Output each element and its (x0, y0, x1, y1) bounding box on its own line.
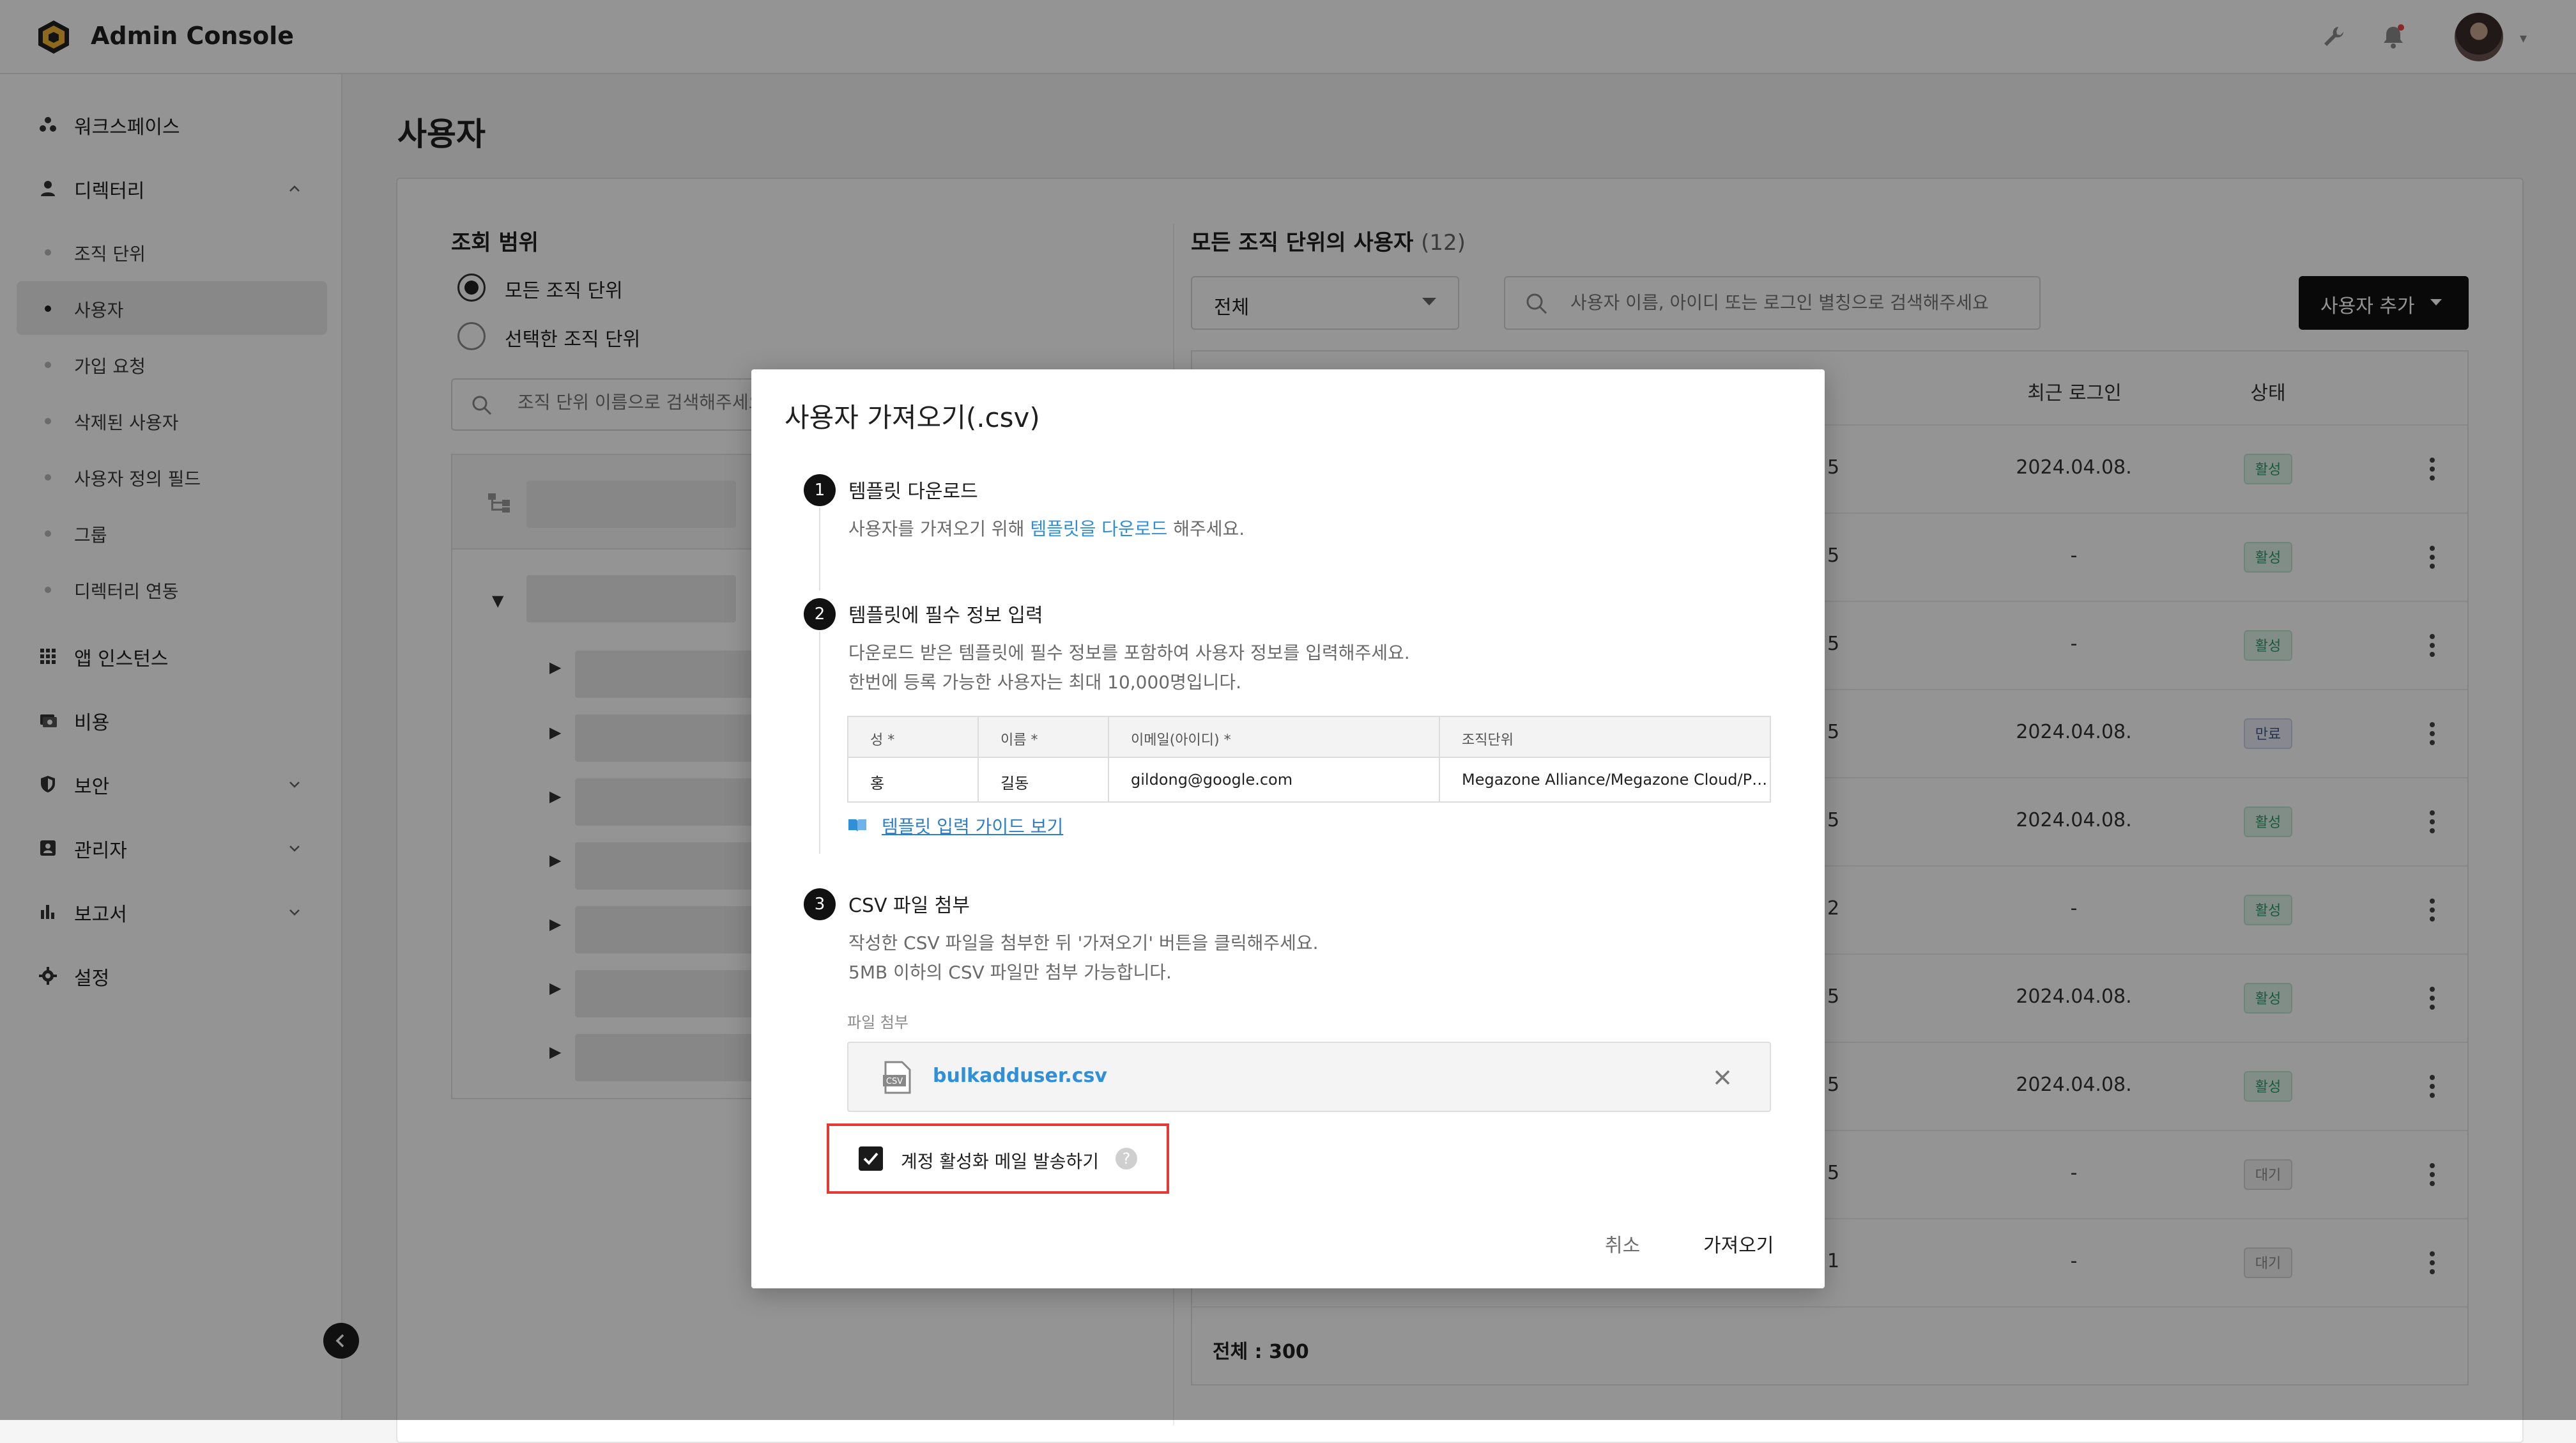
import-button[interactable]: 가져오기 (1703, 1230, 1774, 1258)
cancel-button[interactable]: 취소 (1605, 1230, 1640, 1258)
table-header-cell: 이메일(아이디) * (1109, 717, 1440, 758)
step-description: 작성한 CSV 파일을 첨부한 뒤 '가져오기' 버튼을 클릭해주세요. (848, 932, 1319, 953)
help-icon[interactable]: ? (1116, 1148, 1137, 1169)
send-activation-mail-checkbox[interactable] (859, 1146, 883, 1171)
table-header-cell: 이름 * (979, 717, 1109, 758)
template-example-table: 성 * 이름 * 이메일(아이디) * 조직단위 홍 길동 gildong@go… (847, 716, 1771, 803)
attach-label: 파일 첨부 (847, 1014, 908, 1031)
step-description: 사용자를 가져오기 위해 템플릿을 다운로드 해주세요. (848, 515, 1245, 541)
step-number: 2 (804, 598, 836, 630)
step-description: 5MB 이하의 CSV 파일만 첨부 가능합니다. (848, 962, 1172, 983)
step-description-text: 사용자를 가져오기 위해 (848, 518, 1031, 539)
step-connector (819, 631, 820, 854)
csv-file-icon: CSV (883, 1061, 911, 1094)
download-template-link[interactable]: 템플릿을 다운로드 (1030, 518, 1167, 539)
step-connector (819, 507, 820, 590)
highlight-box: 계정 활성화 메일 발송하기 ? (827, 1123, 1169, 1194)
file-name: bulkadduser.csv (933, 1065, 1107, 1087)
modal-title: 사용자 가져오기(.csv) (785, 402, 1040, 433)
table-cell: 길동 (979, 758, 1109, 801)
book-icon (848, 819, 866, 832)
checkbox-label[interactable]: 계정 활성화 메일 발송하기 (901, 1148, 1099, 1173)
step-title: 템플릿 다운로드 (848, 481, 978, 503)
table-header-cell: 성 * (848, 717, 979, 758)
table-cell: gildong@google.com (1109, 758, 1440, 801)
step-description-text: 해주세요. (1167, 518, 1245, 539)
step-description: 한번에 등록 가능한 사용자는 최대 10,000명입니다. (848, 672, 1242, 693)
table-cell: 홍 (848, 758, 979, 801)
table-header-cell: 조직단위 (1440, 717, 1770, 758)
step-description: 다운로드 받은 템플릿에 필수 정보를 포함하여 사용자 정보를 입력해주세요. (848, 642, 1410, 663)
close-icon[interactable] (1710, 1065, 1735, 1090)
table-cell: Megazone Alliance/Megazone Cloud/P… (1462, 771, 1768, 789)
step-title: 템플릿에 필수 정보 입력 (848, 605, 1043, 627)
svg-text:CSV: CSV (886, 1077, 903, 1086)
step-title: CSV 파일 첨부 (848, 895, 970, 917)
check-icon (863, 1152, 878, 1165)
attached-file: CSV bulkadduser.csv (847, 1042, 1771, 1112)
step-number: 3 (804, 888, 836, 920)
import-users-modal: 사용자 가져오기(.csv) 1 템플릿 다운로드 사용자를 가져오기 위해 템… (751, 369, 1825, 1288)
step-number: 1 (804, 474, 836, 506)
template-guide-link-text[interactable]: 템플릿 입력 가이드 보기 (882, 813, 1063, 838)
